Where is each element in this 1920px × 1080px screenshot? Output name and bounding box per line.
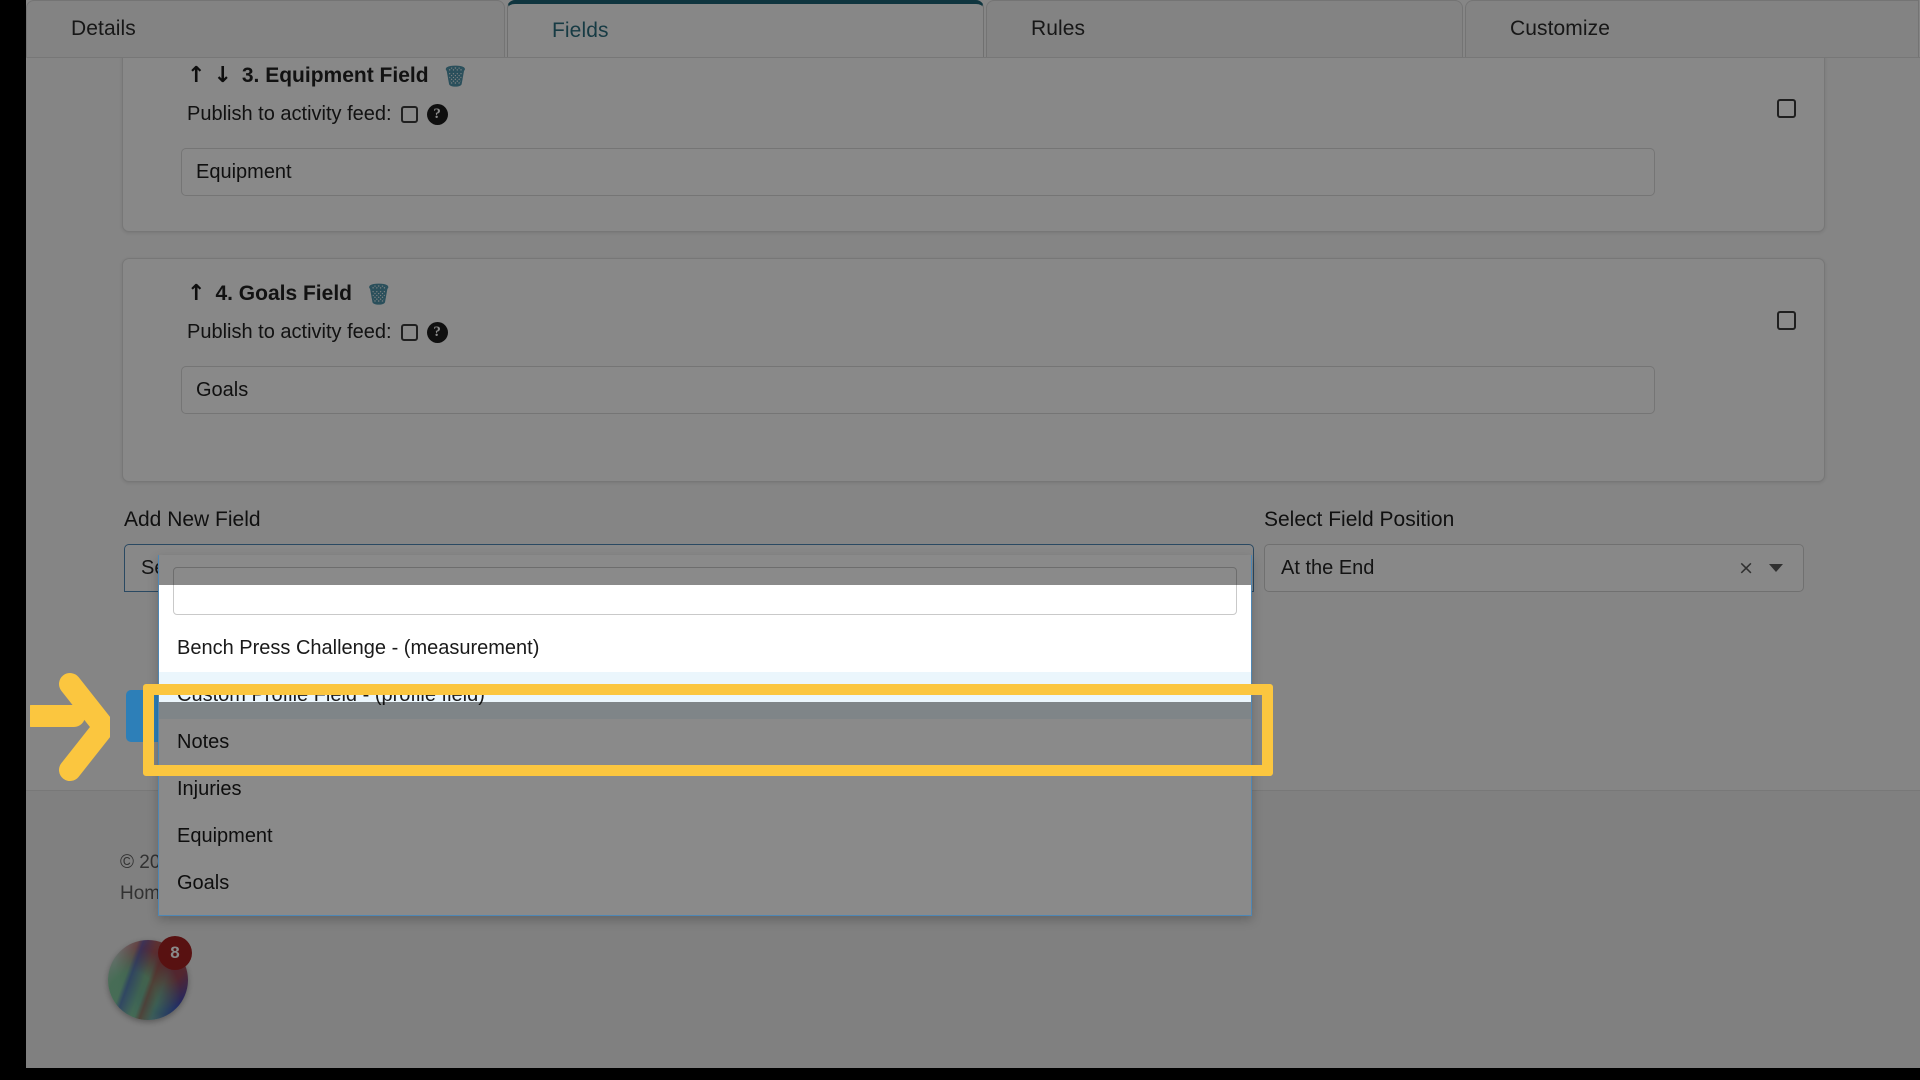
trash-icon[interactable]: 🗑 xyxy=(443,64,468,88)
tab-rules-label: Rules xyxy=(1030,17,1086,40)
dropdown-option-list: Bench Press Challenge - (measurement) Cus… xyxy=(159,625,1251,915)
browser-viewport: Details Fields Rules Customize ↑ ↓ 3. Eq… xyxy=(26,0,1920,1068)
field-required-checkbox[interactable] xyxy=(1777,99,1796,118)
publish-row: Publish to activity feed: ? xyxy=(187,103,1798,126)
publish-checkbox[interactable] xyxy=(400,324,418,341)
dropdown-option[interactable]: Notes xyxy=(159,719,1251,766)
footer-line-1: © 20 xyxy=(120,852,161,873)
tab-details-label: Details xyxy=(71,17,136,40)
move-down-icon[interactable]: ↓ xyxy=(213,65,231,87)
field-required-checkbox[interactable] xyxy=(1777,311,1796,330)
dropdown-search-wrap xyxy=(159,555,1251,625)
help-icon[interactable]: ? xyxy=(426,322,448,343)
dropdown-option[interactable]: Equipment xyxy=(159,813,1251,860)
trash-icon[interactable]: 🗑 xyxy=(366,282,391,306)
field-card-equipment: ↑ ↓ 3. Equipment Field 🗑 Publish to acti… xyxy=(122,48,1825,232)
move-up-icon[interactable]: ↑ xyxy=(187,283,205,305)
publish-label: Publish to activity feed: xyxy=(187,103,392,125)
field-name-input[interactable]: Goals xyxy=(181,366,1655,414)
publish-label: Publish to activity feed: xyxy=(187,321,392,343)
tab-customize[interactable]: Customize xyxy=(1464,0,1919,57)
chevron-down-icon[interactable] xyxy=(1769,564,1783,572)
tab-customize-label: Customize xyxy=(1509,17,1611,40)
field-options-dropdown: Bench Press Challenge - (measurement) Cus… xyxy=(158,555,1252,916)
chat-widget[interactable]: 8 xyxy=(108,936,192,1020)
dropdown-option[interactable]: Injuries xyxy=(159,766,1251,813)
dropdown-option[interactable]: Custom Profile Field - (profile field) xyxy=(159,672,1251,719)
field-position-label: Select Field Position xyxy=(1264,508,1455,531)
tab-details[interactable]: Details xyxy=(26,0,505,57)
field-header: ↑ ↓ 3. Equipment Field 🗑 xyxy=(187,59,1798,93)
tab-fields-label: Fields xyxy=(551,18,609,42)
publish-checkbox[interactable] xyxy=(400,106,418,123)
tab-fields[interactable]: Fields xyxy=(506,0,984,57)
move-up-icon[interactable]: ↑ xyxy=(187,65,205,87)
footer-line-2: Hom xyxy=(120,883,161,904)
dropdown-option[interactable]: Bench Press Challenge - (measurement) xyxy=(159,625,1251,672)
dropdown-option[interactable]: Goals xyxy=(159,860,1251,907)
footer-copyright: © 20 Hom xyxy=(120,847,160,909)
dropdown-search-input[interactable] xyxy=(173,567,1237,615)
field-header: ↑ 4. Goals Field 🗑 xyxy=(187,277,1798,311)
field-title: 3. Equipment Field xyxy=(241,64,429,87)
add-field-label: Add New Field xyxy=(124,508,261,531)
clear-icon[interactable]: × xyxy=(1731,557,1761,579)
tab-rules[interactable]: Rules xyxy=(985,0,1463,57)
help-icon[interactable]: ? xyxy=(426,104,448,125)
field-position-value: At the End xyxy=(1281,556,1375,579)
tab-bar: Details Fields Rules Customize xyxy=(26,0,1920,58)
field-title: 4. Goals Field xyxy=(215,282,352,305)
annotation-arrow-icon xyxy=(30,673,110,781)
chat-unread-badge: 8 xyxy=(158,936,192,970)
publish-row: Publish to activity feed: ? xyxy=(187,321,1798,344)
field-name-input[interactable]: Equipment xyxy=(181,148,1655,196)
field-card-goals: ↑ 4. Goals Field 🗑 Publish to activity f… xyxy=(122,258,1825,482)
fields-panel: ↑ ↓ 3. Equipment Field 🗑 Publish to acti… xyxy=(122,48,1825,592)
field-position-dropdown[interactable]: At the End × xyxy=(1264,544,1804,592)
screen-root: Details Fields Rules Customize ↑ ↓ 3. Eq… xyxy=(0,0,1920,1080)
field-position-column: Select Field Position At the End × xyxy=(1264,508,1804,592)
